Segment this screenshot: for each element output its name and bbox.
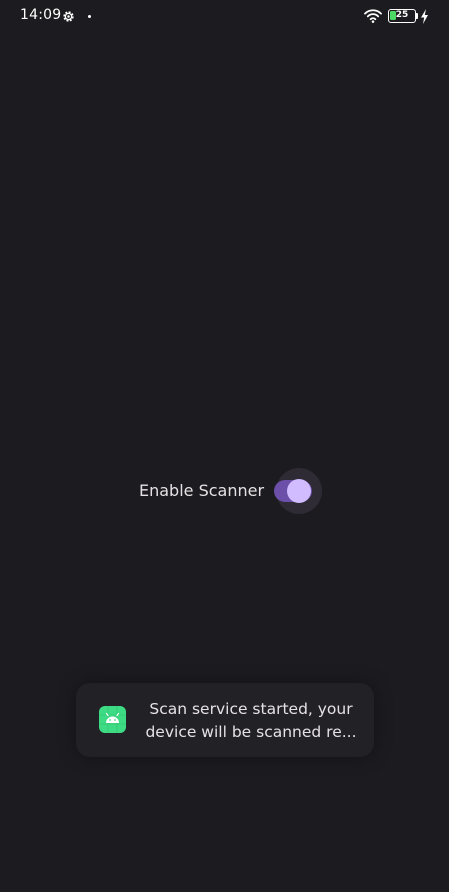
status-bar: 14:09 25 <box>0 0 449 34</box>
notification-dot-icon <box>88 15 91 18</box>
charging-bolt-icon <box>421 9 428 24</box>
battery-icon: 25 <box>388 9 416 23</box>
toast-line-2: device will be scanned re... <box>145 723 357 741</box>
battery-level: 25 <box>395 10 409 20</box>
toast-message: Scan service started, your device will b… <box>76 683 374 757</box>
toast-line-1: Scan service started, your <box>149 700 353 718</box>
switch-thumb[interactable] <box>287 479 311 503</box>
enable-scanner-label: Enable Scanner <box>139 481 265 500</box>
battery-nub <box>416 13 418 19</box>
toast-text: Scan service started, your device will b… <box>140 698 362 744</box>
gear-icon <box>63 11 74 22</box>
android-app-icon <box>99 706 126 733</box>
wifi-icon <box>364 9 382 23</box>
android-robot-icon <box>99 706 126 733</box>
scanner-row: Enable Scanner <box>0 468 449 514</box>
status-time: 14:09 <box>20 7 62 23</box>
